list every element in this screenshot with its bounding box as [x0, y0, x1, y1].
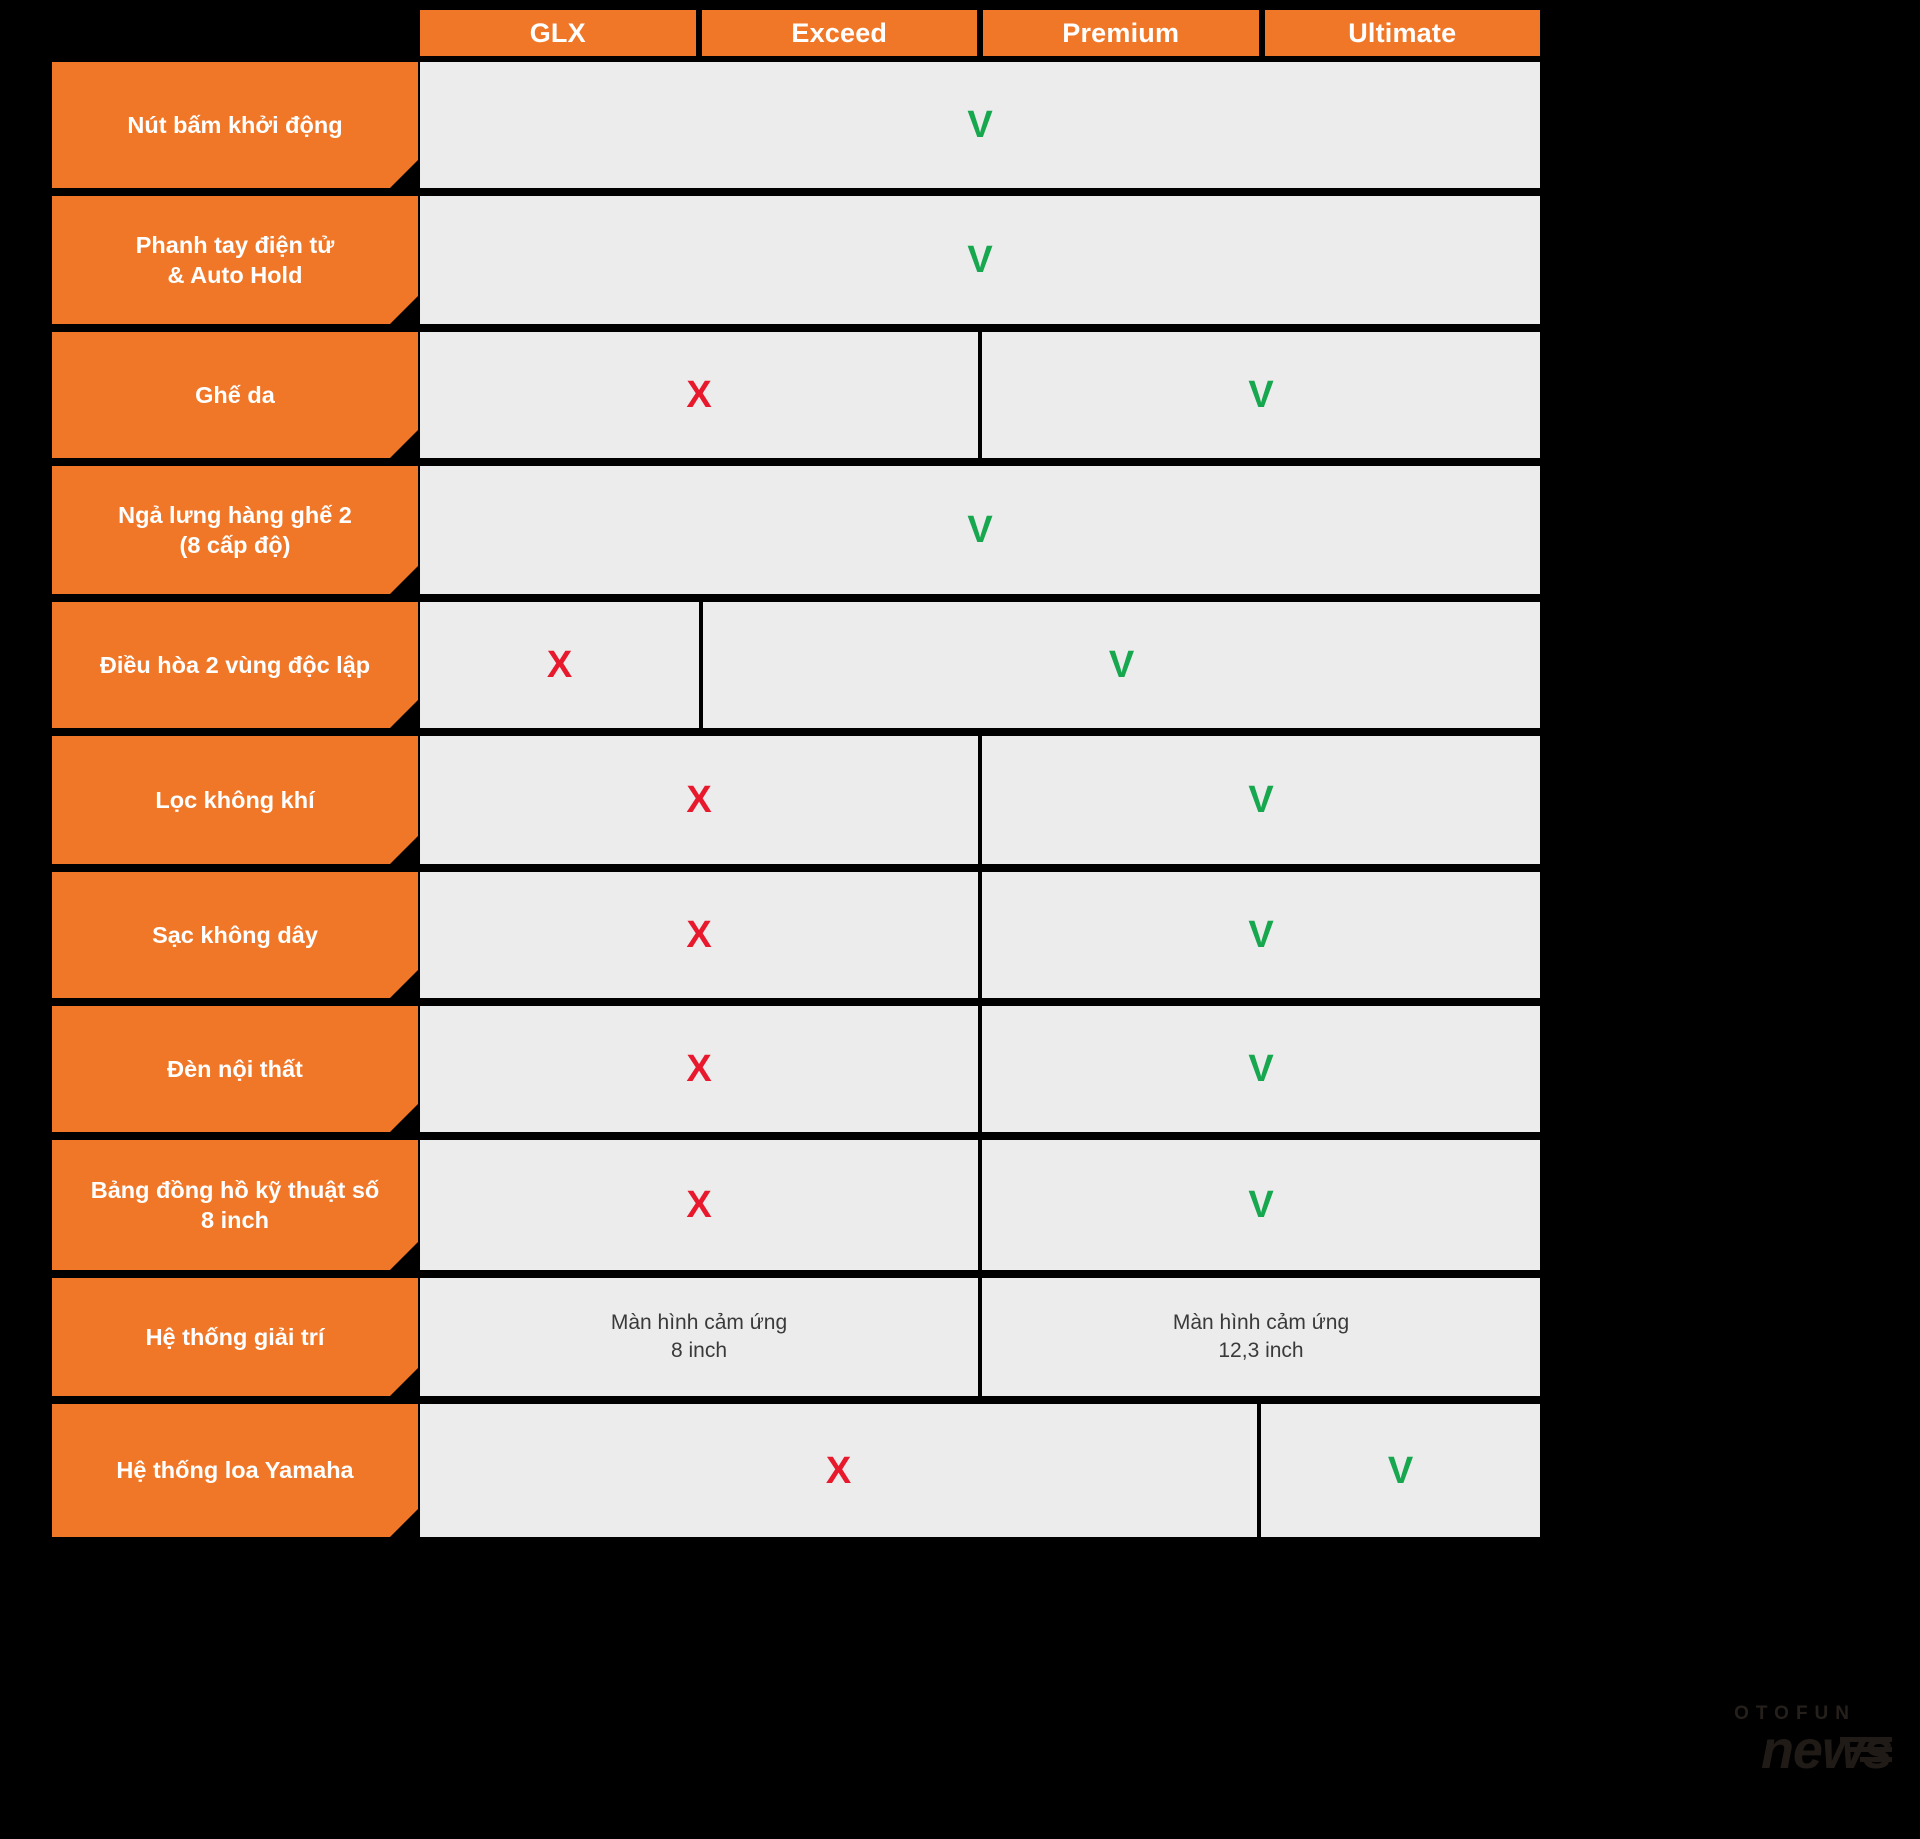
- table-header-row: GLX Exceed Premium Ultimate: [0, 0, 1920, 56]
- feature-value-cell: V: [420, 62, 1540, 188]
- check-icon: V: [1248, 779, 1274, 821]
- watermark-logo: OTOFUN news: [1662, 1703, 1893, 1795]
- check-icon: V: [1248, 374, 1274, 416]
- feature-label: Sạc không dây: [52, 872, 418, 998]
- row-cells: XV: [420, 1140, 1540, 1270]
- cross-icon: X: [686, 374, 712, 416]
- table-row: Ngả lưng hàng ghế 2 (8 cấp độ) V: [0, 466, 1920, 594]
- feature-value-cell: X: [420, 332, 982, 458]
- feature-label: Hệ thống giải trí: [52, 1278, 418, 1396]
- row-cells: XV: [420, 332, 1540, 458]
- feature-value-cell: X: [420, 872, 982, 998]
- table-row: Nút bấm khởi động V: [0, 62, 1920, 188]
- row-cells: V: [420, 62, 1540, 188]
- column-header-ultimate: Ultimate: [1264, 10, 1540, 56]
- table-row: Hệ thống loa Yamaha X V: [0, 1404, 1920, 1537]
- check-icon: V: [967, 104, 993, 146]
- feature-label: Phanh tay điện tử & Auto Hold: [52, 196, 418, 324]
- feature-value-cell: V: [703, 602, 1540, 728]
- feature-label: Hệ thống loa Yamaha: [52, 1404, 418, 1537]
- feature-label: Lọc không khí: [52, 736, 418, 864]
- cross-icon: X: [686, 1048, 712, 1090]
- feature-value-cell: X: [420, 1404, 1261, 1537]
- cross-icon: X: [825, 1449, 852, 1492]
- row-cells: XV: [420, 872, 1540, 998]
- feature-value-cell: X: [420, 736, 982, 864]
- cell-text: Màn hình cảm ứng 12,3 inch: [1172, 1310, 1350, 1362]
- row-cells: Màn hình cảm ứng 8 inch Màn hình cảm ứng …: [420, 1278, 1540, 1396]
- table-row: Bảng đồng hồ kỹ thuật số 8 inch X V: [0, 1140, 1920, 1270]
- row-cells: V: [420, 196, 1540, 324]
- feature-label: Ghế da: [52, 332, 418, 458]
- feature-value-cell: X: [420, 1006, 982, 1132]
- check-icon: V: [1108, 644, 1135, 686]
- feature-value-cell: V: [982, 1006, 1540, 1132]
- table-row: Lọc không khí X V: [0, 736, 1920, 864]
- column-header-premium: Premium: [983, 10, 1259, 56]
- table-row: Ghế da X V: [0, 332, 1920, 458]
- feature-label: Nút bấm khởi động: [52, 62, 418, 188]
- check-icon: V: [1387, 1449, 1414, 1492]
- feature-value-cell: V: [420, 196, 1540, 324]
- column-header-exceed: Exceed: [701, 10, 977, 56]
- feature-value-cell: Màn hình cảm ứng 8 inch: [420, 1278, 982, 1396]
- comparison-table: GLX Exceed Premium Ultimate Nút bấm khởi độ…: [0, 0, 1920, 1839]
- row-cells: XV: [420, 602, 1540, 728]
- feature-label: Đèn nội thất: [52, 1006, 418, 1132]
- row-cells: V: [420, 466, 1540, 594]
- check-icon: V: [1248, 1184, 1274, 1226]
- table-row: Điều hòa 2 vùng độc lập X V: [0, 602, 1920, 728]
- watermark-bottom-text: news: [1760, 1720, 1893, 1780]
- watermark-top-text: OTOFUN: [1734, 1703, 1856, 1724]
- row-cells: XV: [420, 1404, 1540, 1537]
- table-row: Sạc không dây X V: [0, 872, 1920, 998]
- row-cells: XV: [420, 1006, 1540, 1132]
- cross-icon: X: [686, 1184, 712, 1226]
- feature-value-cell: V: [1261, 1404, 1540, 1537]
- feature-label: Bảng đồng hồ kỹ thuật số 8 inch: [52, 1140, 418, 1270]
- row-cells: XV: [420, 736, 1540, 864]
- check-icon: V: [1248, 1048, 1274, 1090]
- watermark-bars-icon: [1840, 1737, 1892, 1767]
- feature-label: Điều hòa 2 vùng độc lập: [52, 602, 418, 728]
- table-row: Phanh tay điện tử & Auto Hold V: [0, 196, 1920, 324]
- column-header-glx: GLX: [420, 10, 696, 56]
- check-icon: V: [967, 239, 993, 281]
- table-row: Đèn nội thất X V: [0, 1006, 1920, 1132]
- feature-value-cell: V: [982, 1140, 1540, 1270]
- cross-icon: X: [686, 914, 712, 956]
- feature-value-cell: V: [420, 466, 1540, 594]
- feature-value-cell: V: [982, 332, 1540, 458]
- cross-icon: X: [686, 779, 712, 821]
- feature-value-cell: X: [420, 1140, 982, 1270]
- feature-value-cell: Màn hình cảm ứng 12,3 inch: [982, 1278, 1540, 1396]
- check-icon: V: [967, 509, 993, 551]
- cell-text: Màn hình cảm ứng 8 inch: [610, 1310, 788, 1362]
- table-row: Hệ thống giải trí Màn hình cảm ứng 8 inch…: [0, 1278, 1920, 1396]
- feature-value-cell: V: [982, 736, 1540, 864]
- cross-icon: X: [546, 644, 573, 686]
- feature-value-cell: X: [420, 602, 703, 728]
- feature-value-cell: V: [982, 872, 1540, 998]
- check-icon: V: [1248, 914, 1274, 956]
- feature-label: Ngả lưng hàng ghế 2 (8 cấp độ): [52, 466, 418, 594]
